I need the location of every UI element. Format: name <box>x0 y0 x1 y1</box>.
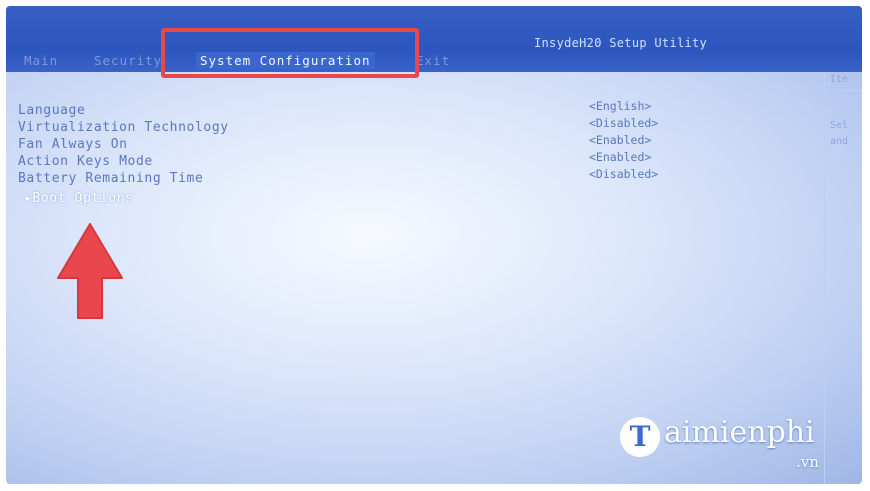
bios-header: InsydeH20 Setup Utility <box>6 6 862 50</box>
setting-battery-value[interactable]: <Disabled> <box>589 167 658 181</box>
setting-boot-options[interactable]: ▸Boot Options <box>24 191 134 206</box>
watermark: T aimienphi .vn <box>616 411 836 483</box>
setting-fan-always-on[interactable]: Fan Always On <box>18 137 128 152</box>
help-divider <box>825 90 862 91</box>
watermark-domain: .vn <box>796 453 819 471</box>
bios-screen: InsydeH20 Setup Utility Main Security Sy… <box>6 6 862 484</box>
setting-virtualization-value[interactable]: <Disabled> <box>589 116 658 130</box>
menu-bar: Main Security System Configuration Exit <box>6 50 862 72</box>
menu-exit[interactable]: Exit <box>416 53 450 68</box>
help-line: and <box>830 136 849 147</box>
setting-action-keys-mode[interactable]: Action Keys Mode <box>18 154 153 169</box>
menu-main[interactable]: Main <box>24 53 58 68</box>
setting-action-keys-value[interactable]: <Enabled> <box>589 150 651 164</box>
utility-title: InsydeH20 Setup Utility <box>534 36 708 50</box>
setting-language-value[interactable]: <English> <box>589 99 651 113</box>
setting-virtualization-technology[interactable]: Virtualization Technology <box>18 120 229 135</box>
setting-language[interactable]: Language <box>18 103 85 118</box>
help-heading: Ite <box>830 74 849 85</box>
watermark-logo-icon: T <box>620 417 660 457</box>
red-up-arrow-icon <box>57 223 123 319</box>
setting-fan-value[interactable]: <Enabled> <box>589 133 651 147</box>
watermark-name: aimienphi <box>664 415 815 450</box>
setting-battery-remaining-time[interactable]: Battery Remaining Time <box>18 171 203 186</box>
help-line: Sel <box>830 120 849 131</box>
annotation-highlight-box <box>161 28 419 78</box>
menu-security[interactable]: Security <box>94 53 162 68</box>
